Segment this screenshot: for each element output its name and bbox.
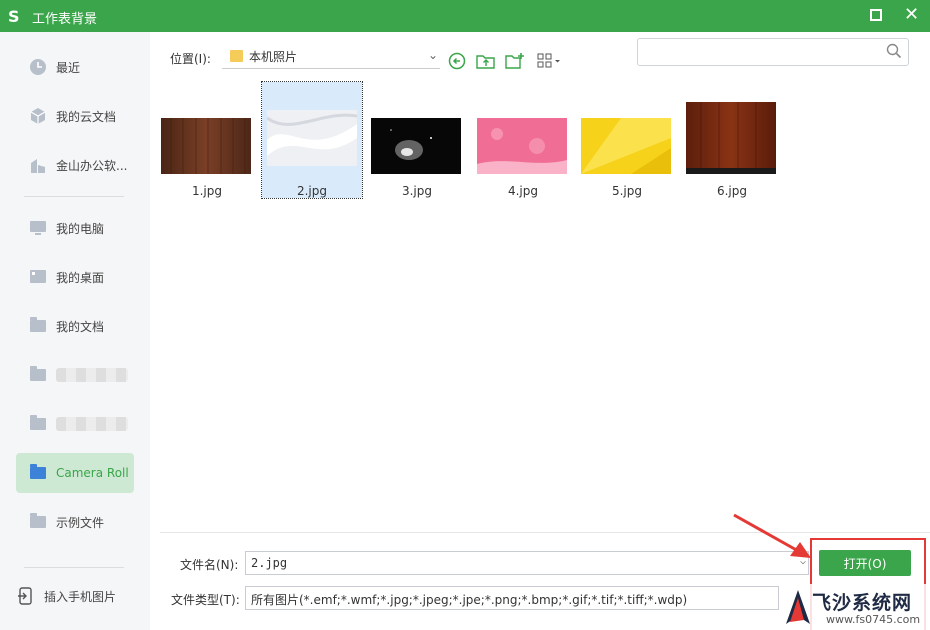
sidebar-divider xyxy=(24,196,124,197)
blurred-label xyxy=(56,368,128,382)
filetype-value: 所有图片(*.emf;*.wmf;*.jpg;*.jpeg;*.jpe;*.pn… xyxy=(251,593,688,607)
divider xyxy=(160,532,930,533)
title-bar: S 工作表背景 ✕ xyxy=(0,0,930,32)
folder-icon xyxy=(28,512,48,532)
thumbnail-image xyxy=(371,118,461,174)
sidebar-item-blurred-2[interactable] xyxy=(16,404,134,444)
view-mode-button[interactable] xyxy=(535,50,565,72)
file-name: 3.jpg xyxy=(401,184,433,198)
file-item[interactable]: 4.jpg xyxy=(477,82,578,198)
watermark-text: 飞沙系统网 xyxy=(812,592,913,614)
thumbnail-image xyxy=(686,102,776,174)
sidebar-item-samples[interactable]: 示例文件 xyxy=(16,502,134,542)
window-title: 工作表背景 xyxy=(32,12,98,27)
sidebar-item-label: 我的电脑 xyxy=(56,221,105,236)
chevron-down-icon: ⌄ xyxy=(427,48,438,62)
sidebar-item-kingsoft[interactable]: 金山办公软... xyxy=(16,145,134,185)
sidebar-item-camera-roll[interactable]: Camera Roll xyxy=(16,453,134,493)
new-folder-button[interactable] xyxy=(504,50,526,72)
file-item[interactable]: 3.jpg xyxy=(371,82,472,198)
sidebar-item-desktop[interactable]: 我的桌面 xyxy=(16,257,134,297)
folder-icon xyxy=(28,463,48,483)
blurred-label xyxy=(56,417,128,431)
clock-icon xyxy=(28,57,48,77)
sidebar-item-blurred-1[interactable] xyxy=(16,355,134,395)
filename-value: 2.jpg xyxy=(251,556,288,570)
watermark-url: www.fs0745.com xyxy=(826,613,921,626)
filetype-select[interactable]: 所有图片(*.emf;*.wmf;*.jpg;*.jpeg;*.jpe;*.pn… xyxy=(245,586,779,610)
insert-phone-image-button[interactable]: 插入手机图片 xyxy=(8,576,126,616)
folder-icon xyxy=(230,50,243,62)
up-folder-button[interactable] xyxy=(475,50,497,72)
sidebar-item-recent[interactable]: 最近 xyxy=(16,47,134,87)
sidebar: 最近 我的云文档 金山办公软... 我的电脑 我的桌面 我的文档 Camera … xyxy=(0,32,150,630)
folder-icon xyxy=(28,414,48,434)
sidebar-item-label: 最近 xyxy=(56,60,81,75)
file-name: 5.jpg xyxy=(611,184,643,198)
computer-icon xyxy=(28,218,48,238)
sidebar-item-label: 金山办公软... xyxy=(56,158,128,173)
phone-import-icon xyxy=(16,586,36,606)
sidebar-item-my-documents[interactable]: 我的文档 xyxy=(16,306,134,346)
file-name: 2.jpg xyxy=(296,184,328,198)
chevron-down-icon[interactable]: ⌵ xyxy=(800,556,806,567)
close-button[interactable]: ✕ xyxy=(904,4,919,26)
filename-input[interactable]: 2.jpg ⌵ xyxy=(245,551,809,575)
location-dropdown[interactable]: 本机照片 ⌄ xyxy=(222,44,440,69)
folder-icon xyxy=(28,316,48,336)
thumbnail-image xyxy=(267,110,357,166)
file-item[interactable]: 2.jpg xyxy=(261,81,363,199)
location-value: 本机照片 xyxy=(249,49,298,64)
filename-label: 文件名(N): xyxy=(180,558,239,572)
file-name: 4.jpg xyxy=(507,184,539,198)
file-item[interactable]: 1.jpg xyxy=(161,82,262,198)
folder-icon xyxy=(28,365,48,385)
thumbnail-image xyxy=(477,118,567,174)
thumbnail-image xyxy=(161,118,251,174)
app-logo-icon: S xyxy=(8,7,20,26)
filetype-label: 文件类型(T): xyxy=(171,593,240,607)
sidebar-item-label: Camera Roll xyxy=(56,466,129,480)
file-item[interactable]: 5.jpg xyxy=(581,82,682,198)
building-icon xyxy=(28,155,48,175)
sidebar-item-label: 示例文件 xyxy=(56,515,105,530)
sidebar-item-label: 我的云文档 xyxy=(56,109,117,124)
back-button[interactable] xyxy=(446,50,468,72)
sidebar-item-label: 我的桌面 xyxy=(56,270,105,285)
insert-phone-image-label: 插入手机图片 xyxy=(44,589,117,604)
thumbnail-image xyxy=(581,118,671,174)
search-input[interactable] xyxy=(637,38,909,66)
file-name: 6.jpg xyxy=(716,184,748,198)
sidebar-item-my-computer[interactable]: 我的电脑 xyxy=(16,208,134,248)
maximize-button[interactable] xyxy=(870,9,882,21)
search-icon[interactable] xyxy=(886,43,902,63)
sidebar-divider xyxy=(24,567,124,568)
file-item[interactable]: 6.jpg xyxy=(686,74,787,198)
cloud-doc-icon xyxy=(28,106,48,126)
location-label: 位置(I): xyxy=(170,52,211,66)
sidebar-item-label: 我的文档 xyxy=(56,319,105,334)
desktop-icon xyxy=(28,267,48,287)
sidebar-item-cloud-docs[interactable]: 我的云文档 xyxy=(16,96,134,136)
file-name: 1.jpg xyxy=(191,184,223,198)
